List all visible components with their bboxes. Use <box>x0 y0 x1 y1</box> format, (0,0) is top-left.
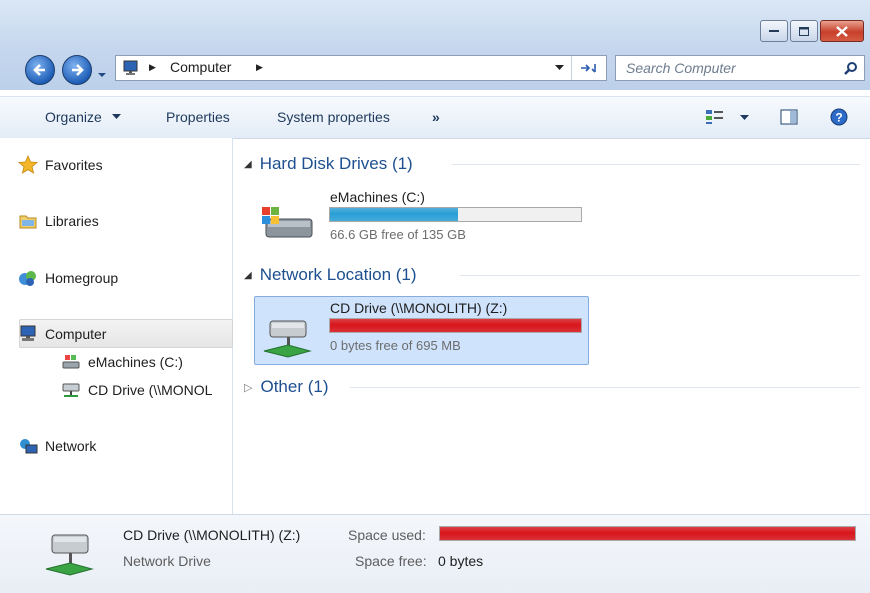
help-icon[interactable]: ? <box>830 108 848 126</box>
drive-space-info: 66.6 GB free of 135 GB <box>330 227 466 242</box>
nav-homegroup[interactable]: Homegroup <box>19 270 119 286</box>
library-icon <box>19 215 37 229</box>
chevron-down-icon <box>111 114 121 119</box>
nav-homegroup-label: Homegroup <box>45 270 119 286</box>
minimize-icon <box>769 30 779 32</box>
group-title-network: Network Location (1) <box>259 265 417 284</box>
network-drive-icon <box>62 383 80 397</box>
breadcrumb-computer[interactable]: Computer <box>170 59 231 75</box>
organize-menu[interactable]: Organize <box>45 109 121 125</box>
nav-libraries[interactable]: Libraries <box>19 213 99 229</box>
details-usage-fill <box>440 527 855 540</box>
properties-button[interactable]: Properties <box>166 109 230 125</box>
refresh-icon[interactable] <box>579 61 597 75</box>
hard-drive-icon <box>62 355 80 369</box>
explorer-window: ▶ Computer ▶ Search Computer Organize Pr… <box>0 0 870 593</box>
network-icon <box>20 439 38 454</box>
divider <box>571 56 572 80</box>
minimize-button[interactable] <box>760 20 788 42</box>
details-usage-bar <box>439 526 856 541</box>
group-title-hdd: Hard Disk Drives (1) <box>259 154 413 173</box>
breadcrumb-chevron-icon[interactable]: ▶ <box>256 62 263 73</box>
svg-text:?: ? <box>835 111 842 125</box>
nav-cd-drive-label: CD Drive (\\MONOL <box>88 382 213 398</box>
collapse-triangle-icon: ◢ <box>244 269 252 281</box>
search-input[interactable]: Search Computer <box>615 55 865 81</box>
view-options-icon <box>706 110 723 124</box>
group-divider <box>460 275 860 276</box>
maximize-button[interactable] <box>790 20 818 42</box>
chevron-down-icon <box>740 115 749 120</box>
change-view-button[interactable] <box>705 109 749 128</box>
group-divider <box>452 164 860 165</box>
chevron-down-icon <box>98 73 106 77</box>
collapse-triangle-icon: ◢ <box>244 158 252 170</box>
drive-usage-fill <box>330 208 458 221</box>
nav-emachines[interactable]: eMachines (C:) <box>62 354 183 370</box>
close-button[interactable] <box>820 20 864 42</box>
nav-favorites-label: Favorites <box>45 157 103 173</box>
space-free-label: Space free: <box>355 553 427 569</box>
group-header-hard-disk-drives[interactable]: ◢ Hard Disk Drives (1) <box>244 154 413 174</box>
nav-computer-label: Computer <box>45 326 107 342</box>
details-pane: CD Drive (\\MONOLITH) (Z:) Network Drive… <box>0 514 870 593</box>
nav-network-label: Network <box>45 438 97 454</box>
title-bar <box>0 0 870 48</box>
breadcrumb-separator-icon[interactable]: ▶ <box>149 62 156 73</box>
nav-cd-drive[interactable]: CD Drive (\\MONOL <box>62 382 213 398</box>
preview-pane-icon[interactable] <box>780 109 798 125</box>
details-item-type: Network Drive <box>123 553 211 569</box>
caption-buttons <box>758 20 864 42</box>
network-drive-icon <box>263 320 312 358</box>
nav-favorites[interactable]: Favorites <box>18 155 103 174</box>
system-properties-button[interactable]: System properties <box>277 109 390 125</box>
more-commands-button[interactable]: » <box>432 109 440 125</box>
drive-usage-bar <box>329 318 582 333</box>
drive-name: CD Drive (\\MONOLITH) (Z:) <box>330 300 508 316</box>
space-used-label: Space used: <box>348 527 426 543</box>
organize-label: Organize <box>45 109 102 125</box>
hard-drive-icon <box>262 207 313 238</box>
drive-emachines[interactable]: eMachines (C:) 66.6 GB free of 135 GB <box>254 189 587 252</box>
nav-computer[interactable]: Computer <box>20 325 107 342</box>
address-dropdown-icon[interactable] <box>555 65 564 71</box>
computer-icon <box>123 60 138 75</box>
drive-usage-bar <box>329 207 582 222</box>
back-button[interactable] <box>25 55 55 85</box>
network-drive-icon <box>45 534 94 576</box>
search-placeholder: Search Computer <box>626 60 736 76</box>
nav-network[interactable]: Network <box>20 438 97 454</box>
group-title-other: Other (1) <box>260 377 329 396</box>
star-icon <box>18 155 38 174</box>
command-bar: Organize Properties System properties » … <box>0 96 870 139</box>
search-icon[interactable] <box>844 61 858 75</box>
drive-cd-monolith[interactable]: CD Drive (\\MONOLITH) (Z:) 0 bytes free … <box>254 300 587 363</box>
forward-button[interactable] <box>62 55 92 85</box>
group-divider <box>350 387 860 388</box>
group-header-network-location[interactable]: ◢ Network Location (1) <box>244 265 417 285</box>
close-icon <box>836 25 848 37</box>
drive-name: eMachines (C:) <box>330 189 425 205</box>
space-free-value: 0 bytes <box>438 553 484 569</box>
recent-pages-dropdown[interactable] <box>97 67 107 82</box>
drive-usage-fill <box>330 319 581 332</box>
address-bar[interactable]: ▶ Computer ▶ <box>115 55 607 81</box>
back-arrow-icon <box>33 64 45 76</box>
homegroup-icon <box>19 271 36 286</box>
drive-space-info: 0 bytes free of 695 MB <box>330 338 461 353</box>
group-header-other[interactable]: ▷ Other (1) <box>244 377 329 397</box>
maximize-icon <box>799 26 809 36</box>
nav-libraries-label: Libraries <box>45 213 99 229</box>
computer-icon <box>20 325 36 341</box>
expand-triangle-icon: ▷ <box>244 381 253 394</box>
forward-arrow-icon <box>72 64 84 76</box>
nav-emachines-label: eMachines (C:) <box>88 354 183 370</box>
details-item-name: CD Drive (\\MONOLITH) (Z:) <box>123 527 301 543</box>
